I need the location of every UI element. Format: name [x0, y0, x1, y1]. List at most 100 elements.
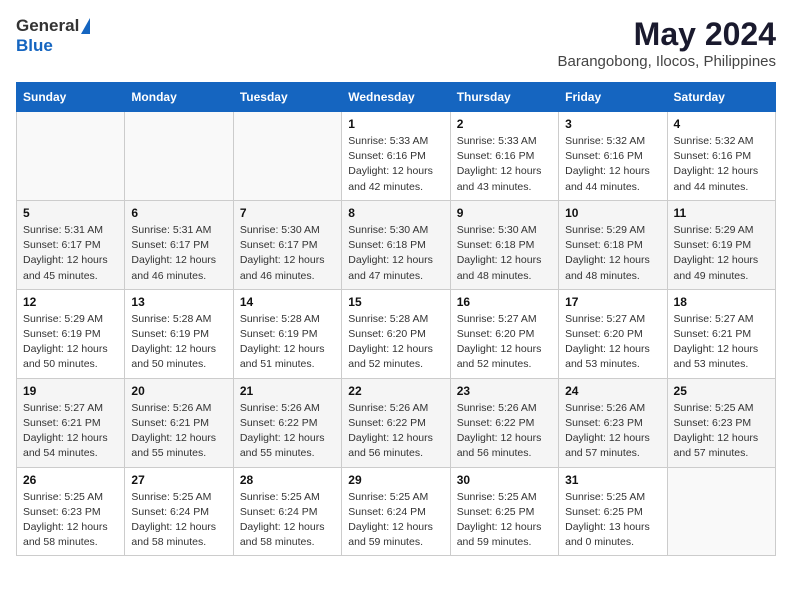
- day-number: 29: [348, 473, 443, 487]
- day-number: 20: [131, 384, 226, 398]
- day-info: Sunrise: 5:25 AM Sunset: 6:25 PM Dayligh…: [457, 490, 552, 551]
- logo: General Blue: [16, 16, 90, 56]
- logo-blue-text: Blue: [16, 36, 53, 56]
- day-info: Sunrise: 5:26 AM Sunset: 6:21 PM Dayligh…: [131, 401, 226, 462]
- day-number: 9: [457, 206, 552, 220]
- day-number: 8: [348, 206, 443, 220]
- calendar-cell: 30 Sunrise: 5:25 AM Sunset: 6:25 PM Dayli…: [450, 467, 558, 556]
- week-row-3: 12Sunrise: 5:29 AM Sunset: 6:19 PM Dayli…: [17, 289, 776, 378]
- day-number: 14: [240, 295, 335, 309]
- day-info: Sunrise: 5:32 AM Sunset: 6:16 PM Dayligh…: [565, 134, 660, 195]
- day-number: 13: [131, 295, 226, 309]
- day-info: Sunrise: 5:27 AM Sunset: 6:21 PM Dayligh…: [674, 312, 769, 373]
- calendar-cell: 18 Sunrise: 5:27 AM Sunset: 6:21 PM Dayli…: [667, 289, 775, 378]
- day-number: 28: [240, 473, 335, 487]
- calendar-cell: 4 Sunrise: 5:32 AM Sunset: 6:16 PM Daylig…: [667, 112, 775, 201]
- calendar-cell: [667, 467, 775, 556]
- week-row-2: 5 Sunrise: 5:31 AM Sunset: 6:17 PM Daylig…: [17, 200, 776, 289]
- calendar-cell: 19Sunrise: 5:27 AM Sunset: 6:21 PM Dayli…: [17, 378, 125, 467]
- day-number: 27: [131, 473, 226, 487]
- day-info: Sunrise: 5:26 AM Sunset: 6:22 PM Dayligh…: [457, 401, 552, 462]
- day-number: 15: [348, 295, 443, 309]
- calendar-cell: 21Sunrise: 5:26 AM Sunset: 6:22 PM Dayli…: [233, 378, 341, 467]
- day-info: Sunrise: 5:28 AM Sunset: 6:19 PM Dayligh…: [131, 312, 226, 373]
- day-number: 2: [457, 117, 552, 131]
- calendar-cell: [125, 112, 233, 201]
- week-row-5: 26Sunrise: 5:25 AM Sunset: 6:23 PM Dayli…: [17, 467, 776, 556]
- logo-general-text: General: [16, 16, 79, 36]
- day-info: Sunrise: 5:26 AM Sunset: 6:23 PM Dayligh…: [565, 401, 660, 462]
- weekday-header-thursday: Thursday: [450, 83, 558, 112]
- calendar-cell: 28 Sunrise: 5:25 AM Sunset: 6:24 PM Dayli…: [233, 467, 341, 556]
- title-block: May 2024 Barangobong, Ilocos, Philippine…: [558, 16, 776, 70]
- calendar-cell: 3 Sunrise: 5:32 AM Sunset: 6:16 PM Daylig…: [559, 112, 667, 201]
- day-info: Sunrise: 5:27 AM Sunset: 6:20 PM Dayligh…: [565, 312, 660, 373]
- calendar-cell: [233, 112, 341, 201]
- calendar-cell: 15 Sunrise: 5:28 AM Sunset: 6:20 PM Dayli…: [342, 289, 450, 378]
- day-number: 5: [23, 206, 118, 220]
- day-number: 16: [457, 295, 552, 309]
- day-info: Sunrise: 5:25 AM Sunset: 6:24 PM Dayligh…: [348, 490, 443, 551]
- day-info: Sunrise: 5:30 AM Sunset: 6:17 PM Dayligh…: [240, 223, 335, 284]
- day-number: 24: [565, 384, 660, 398]
- calendar-cell: 7 Sunrise: 5:30 AM Sunset: 6:17 PM Daylig…: [233, 200, 341, 289]
- calendar-table: SundayMondayTuesdayWednesdayThursdayFrid…: [16, 82, 776, 556]
- calendar-title: May 2024: [558, 16, 776, 53]
- day-number: 6: [131, 206, 226, 220]
- calendar-cell: 13 Sunrise: 5:28 AM Sunset: 6:19 PM Dayli…: [125, 289, 233, 378]
- day-info: Sunrise: 5:33 AM Sunset: 6:16 PM Dayligh…: [457, 134, 552, 195]
- calendar-cell: 23 Sunrise: 5:26 AM Sunset: 6:22 PM Dayli…: [450, 378, 558, 467]
- day-number: 18: [674, 295, 769, 309]
- day-info: Sunrise: 5:32 AM Sunset: 6:16 PM Dayligh…: [674, 134, 769, 195]
- day-number: 1: [348, 117, 443, 131]
- day-info: Sunrise: 5:31 AM Sunset: 6:17 PM Dayligh…: [131, 223, 226, 284]
- day-info: Sunrise: 5:25 AM Sunset: 6:24 PM Dayligh…: [131, 490, 226, 551]
- week-row-1: 1 Sunrise: 5:33 AM Sunset: 6:16 PM Daylig…: [17, 112, 776, 201]
- calendar-cell: 16 Sunrise: 5:27 AM Sunset: 6:20 PM Dayli…: [450, 289, 558, 378]
- calendar-subtitle: Barangobong, Ilocos, Philippines: [558, 53, 776, 70]
- day-number: 4: [674, 117, 769, 131]
- calendar-cell: 14 Sunrise: 5:28 AM Sunset: 6:19 PM Dayli…: [233, 289, 341, 378]
- day-info: Sunrise: 5:27 AM Sunset: 6:20 PM Dayligh…: [457, 312, 552, 373]
- calendar-cell: 6 Sunrise: 5:31 AM Sunset: 6:17 PM Daylig…: [125, 200, 233, 289]
- calendar-cell: 25 Sunrise: 5:25 AM Sunset: 6:23 PM Dayli…: [667, 378, 775, 467]
- weekday-header-tuesday: Tuesday: [233, 83, 341, 112]
- day-number: 25: [674, 384, 769, 398]
- day-info: Sunrise: 5:31 AM Sunset: 6:17 PM Dayligh…: [23, 223, 118, 284]
- day-number: 7: [240, 206, 335, 220]
- calendar-cell: 8Sunrise: 5:30 AM Sunset: 6:18 PM Daylig…: [342, 200, 450, 289]
- day-info: Sunrise: 5:33 AM Sunset: 6:16 PM Dayligh…: [348, 134, 443, 195]
- day-info: Sunrise: 5:25 AM Sunset: 6:23 PM Dayligh…: [674, 401, 769, 462]
- calendar-cell: 5 Sunrise: 5:31 AM Sunset: 6:17 PM Daylig…: [17, 200, 125, 289]
- day-info: Sunrise: 5:28 AM Sunset: 6:19 PM Dayligh…: [240, 312, 335, 373]
- day-info: Sunrise: 5:30 AM Sunset: 6:18 PM Dayligh…: [457, 223, 552, 284]
- day-number: 17: [565, 295, 660, 309]
- calendar-cell: 24 Sunrise: 5:26 AM Sunset: 6:23 PM Dayli…: [559, 378, 667, 467]
- day-number: 12: [23, 295, 118, 309]
- day-info: Sunrise: 5:25 AM Sunset: 6:23 PM Dayligh…: [23, 490, 118, 551]
- weekday-header-monday: Monday: [125, 83, 233, 112]
- weekday-header-sunday: Sunday: [17, 83, 125, 112]
- day-number: 3: [565, 117, 660, 131]
- calendar-cell: 9 Sunrise: 5:30 AM Sunset: 6:18 PM Daylig…: [450, 200, 558, 289]
- day-info: Sunrise: 5:25 AM Sunset: 6:25 PM Dayligh…: [565, 490, 660, 551]
- day-number: 23: [457, 384, 552, 398]
- day-number: 31: [565, 473, 660, 487]
- day-number: 11: [674, 206, 769, 220]
- day-info: Sunrise: 5:26 AM Sunset: 6:22 PM Dayligh…: [240, 401, 335, 462]
- day-info: Sunrise: 5:29 AM Sunset: 6:18 PM Dayligh…: [565, 223, 660, 284]
- calendar-cell: 12Sunrise: 5:29 AM Sunset: 6:19 PM Dayli…: [17, 289, 125, 378]
- calendar-cell: 26Sunrise: 5:25 AM Sunset: 6:23 PM Dayli…: [17, 467, 125, 556]
- calendar-cell: 2 Sunrise: 5:33 AM Sunset: 6:16 PM Daylig…: [450, 112, 558, 201]
- calendar-cell: 11Sunrise: 5:29 AM Sunset: 6:19 PM Dayli…: [667, 200, 775, 289]
- day-info: Sunrise: 5:27 AM Sunset: 6:21 PM Dayligh…: [23, 401, 118, 462]
- calendar-cell: 22Sunrise: 5:26 AM Sunset: 6:22 PM Dayli…: [342, 378, 450, 467]
- calendar-cell: [17, 112, 125, 201]
- day-info: Sunrise: 5:28 AM Sunset: 6:20 PM Dayligh…: [348, 312, 443, 373]
- calendar-cell: 17 Sunrise: 5:27 AM Sunset: 6:20 PM Dayli…: [559, 289, 667, 378]
- day-number: 30: [457, 473, 552, 487]
- day-number: 22: [348, 384, 443, 398]
- weekday-header-wednesday: Wednesday: [342, 83, 450, 112]
- day-info: Sunrise: 5:25 AM Sunset: 6:24 PM Dayligh…: [240, 490, 335, 551]
- day-number: 10: [565, 206, 660, 220]
